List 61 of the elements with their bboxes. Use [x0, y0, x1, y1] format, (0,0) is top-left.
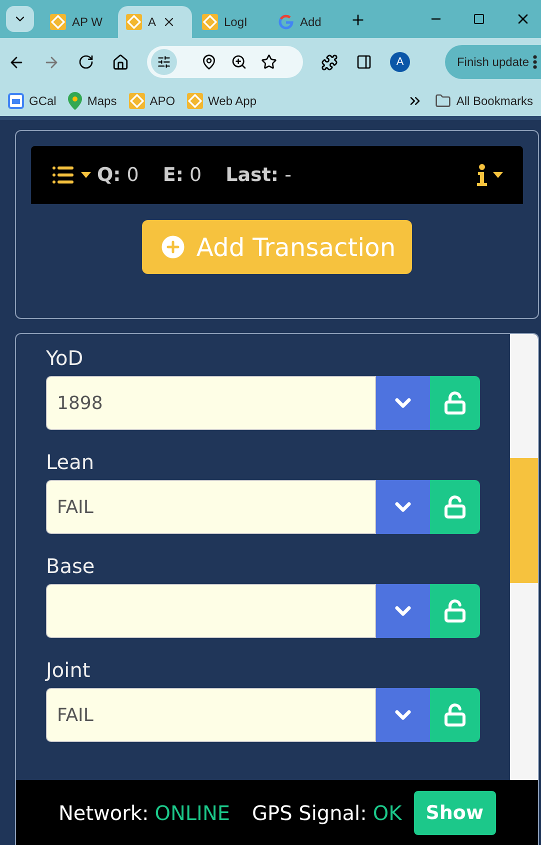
- diamond-icon: [202, 14, 218, 30]
- gps-label: GPS Signal:: [252, 800, 367, 824]
- field-label: Joint: [46, 658, 92, 682]
- unlock-icon: [443, 599, 467, 623]
- gps-status: OK: [372, 800, 402, 824]
- reload-icon[interactable]: [78, 54, 94, 70]
- diamond-icon: [50, 14, 66, 30]
- location-icon[interactable]: [201, 54, 217, 70]
- scroll-thumb[interactable]: [510, 458, 538, 583]
- bookmark-star-icon[interactable]: [261, 54, 277, 70]
- diamond-icon: [126, 14, 142, 30]
- unlock-icon: [443, 495, 467, 519]
- dropdown-button[interactable]: [376, 376, 430, 430]
- finish-update-button[interactable]: Finish update: [444, 45, 541, 79]
- queue-count: Q: 0: [97, 164, 139, 186]
- dropdown-button[interactable]: [376, 480, 430, 534]
- profile-avatar[interactable]: A: [390, 52, 410, 72]
- tab-search-button[interactable]: [6, 6, 34, 32]
- browser-tab[interactable]: Add: [270, 6, 344, 38]
- scrollbar[interactable]: [510, 334, 538, 780]
- caret-icon: [81, 172, 91, 178]
- dropdown-button[interactable]: [376, 688, 430, 742]
- more-icon: [533, 55, 537, 69]
- dropdown-button[interactable]: [376, 584, 430, 638]
- calendar-icon: [8, 93, 24, 109]
- all-bookmarks[interactable]: All Bookmarks: [435, 93, 533, 109]
- input-field[interactable]: 1898: [46, 376, 376, 430]
- browser-tab[interactable]: LogI: [194, 6, 268, 38]
- map-pin-icon: [68, 92, 82, 110]
- home-icon[interactable]: [112, 54, 129, 70]
- input-field[interactable]: [46, 584, 376, 638]
- field-label: Lean: [46, 450, 96, 474]
- bookmark[interactable]: GCal: [8, 93, 56, 109]
- info-icon[interactable]: [477, 164, 487, 186]
- address-bar[interactable]: [147, 46, 303, 78]
- input-field[interactable]: FAIL: [46, 688, 376, 742]
- diamond-icon: [187, 93, 204, 109]
- site-settings-icon[interactable]: [157, 55, 171, 69]
- bookmark[interactable]: Web App: [187, 93, 257, 109]
- network-label: Network:: [58, 800, 149, 824]
- last-transaction: Last: -: [226, 164, 292, 186]
- bookmark[interactable]: APO: [128, 93, 176, 109]
- new-tab-icon[interactable]: [350, 12, 366, 28]
- unlock-icon: [443, 703, 467, 727]
- browser-tab[interactable]: AP W: [42, 6, 116, 38]
- extensions-icon[interactable]: [321, 54, 338, 70]
- field-label: Base: [46, 554, 96, 578]
- g-logo-icon: [278, 14, 294, 30]
- input-field[interactable]: FAIL: [46, 480, 376, 534]
- side-panel-icon[interactable]: [356, 54, 372, 70]
- diamond-icon: [128, 93, 145, 109]
- field-label: YoD: [46, 346, 84, 370]
- maximize-icon[interactable]: [473, 13, 485, 25]
- folder-icon: [435, 93, 452, 109]
- network-status: ONLINE: [154, 800, 230, 824]
- error-count: E: 0: [162, 164, 202, 186]
- browser-tab[interactable]: A: [118, 6, 192, 38]
- caret-icon: [493, 172, 503, 178]
- bookmark[interactable]: Maps: [68, 92, 117, 110]
- unlock-icon: [443, 391, 467, 415]
- zoom-icon[interactable]: [231, 54, 247, 70]
